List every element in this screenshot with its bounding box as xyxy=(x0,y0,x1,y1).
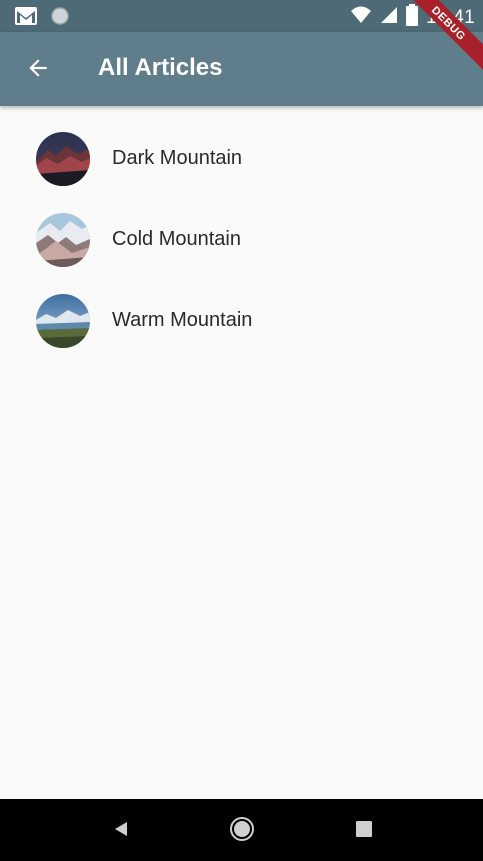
article-title: Warm Mountain xyxy=(112,309,253,331)
article-title: Cold Mountain xyxy=(112,228,241,250)
cellular-signal-icon xyxy=(380,5,398,30)
battery-icon xyxy=(405,4,418,31)
back-button[interactable] xyxy=(18,50,58,90)
nav-back-button[interactable] xyxy=(108,818,134,844)
back-triangle-icon xyxy=(112,820,130,843)
navigation-bar xyxy=(0,799,483,861)
nav-home-button[interactable] xyxy=(229,816,255,847)
circle-notification-icon xyxy=(50,6,70,31)
list-item-cold-mountain[interactable]: Cold Mountain xyxy=(0,199,483,280)
cold-mountain-avatar xyxy=(36,212,90,267)
status-bar: 12:41 xyxy=(0,0,483,32)
article-list: Dark Mountain Cold Mountain Warm Mountai… xyxy=(0,106,483,361)
warm-mountain-avatar xyxy=(36,293,90,348)
page-title: All Articles xyxy=(98,54,223,81)
gmail-icon xyxy=(14,6,38,31)
recents-square-icon xyxy=(355,820,373,843)
home-circle-icon xyxy=(229,816,255,847)
wifi-icon xyxy=(350,5,372,30)
list-item-warm-mountain[interactable]: Warm Mountain xyxy=(0,280,483,361)
article-title: Dark Mountain xyxy=(112,147,243,169)
arrow-back-icon xyxy=(25,55,51,86)
list-item-dark-mountain[interactable]: Dark Mountain xyxy=(0,118,483,199)
status-bar-left xyxy=(14,6,70,31)
app-bar: All Articles xyxy=(0,32,483,106)
nav-recents-button[interactable] xyxy=(351,818,377,844)
dark-mountain-avatar xyxy=(36,131,90,186)
